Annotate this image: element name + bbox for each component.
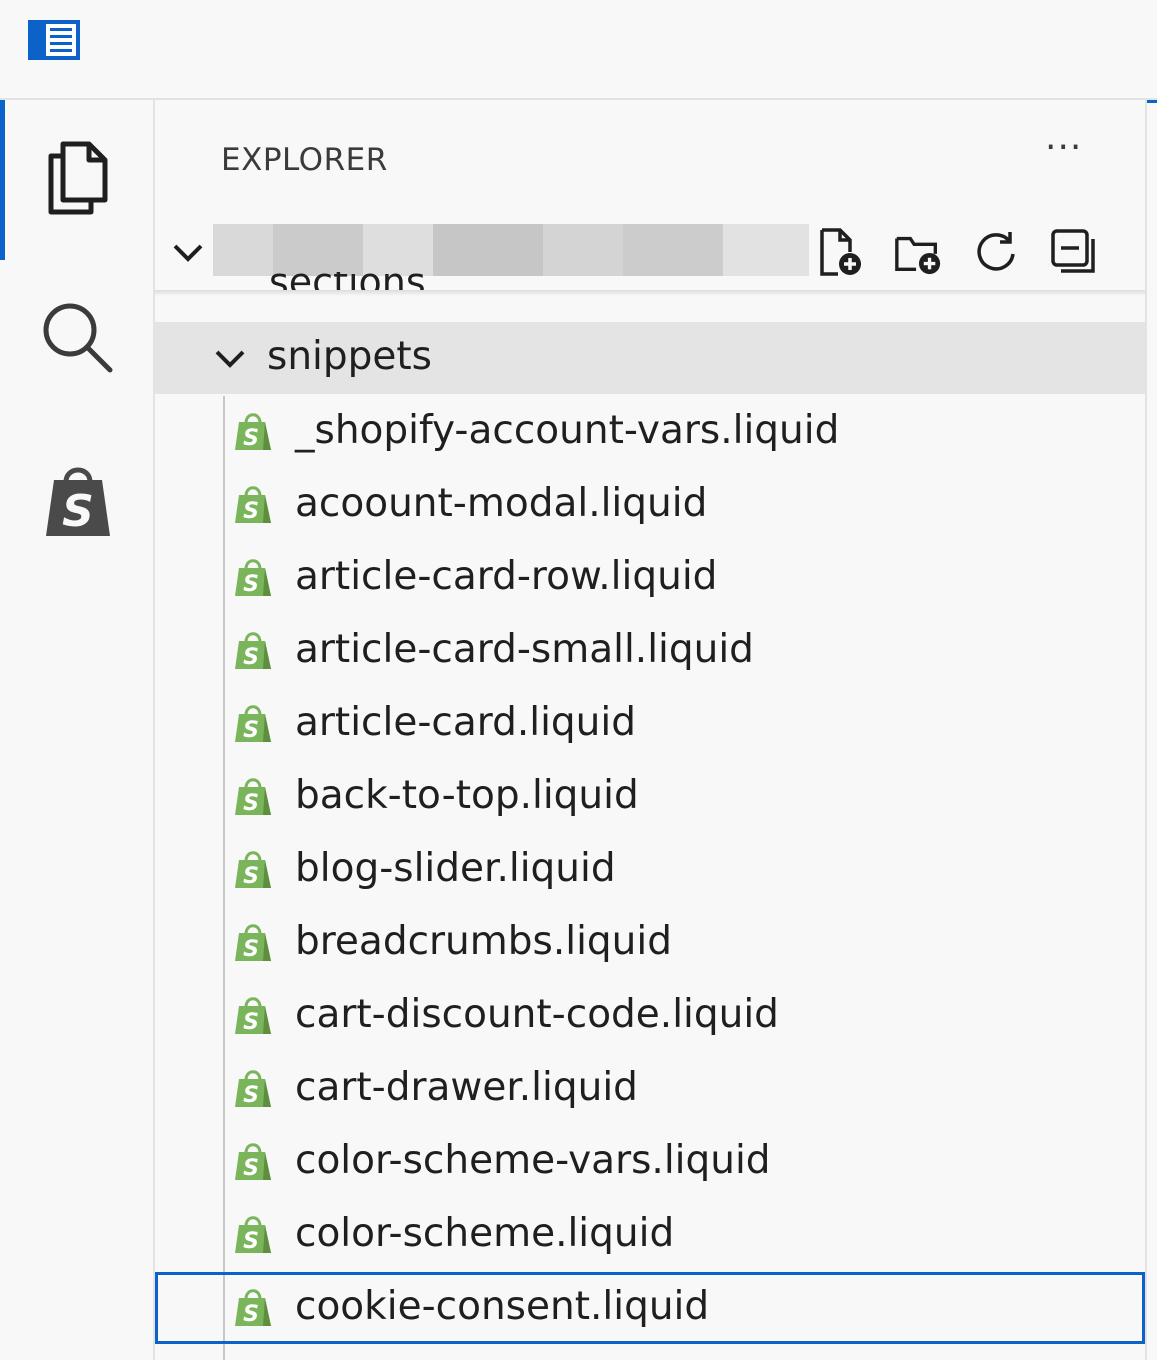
- new-file-icon[interactable]: [815, 226, 865, 278]
- tree-file-item[interactable]: S back-to-top.liquid: [155, 761, 1145, 833]
- file-name: cart-drawer.liquid: [295, 1065, 638, 1110]
- activity-bar: S: [0, 100, 155, 1360]
- tree-file-item[interactable]: S acoount-modal.liquid: [155, 469, 1145, 541]
- file-name: color-scheme.liquid: [295, 1211, 675, 1256]
- liquid-file-icon: S: [233, 848, 273, 894]
- svg-text:S: S: [243, 426, 259, 451]
- liquid-file-icon: S: [233, 483, 273, 529]
- more-actions-button[interactable]: ···: [1045, 130, 1082, 166]
- chevron-down-icon[interactable]: [171, 236, 205, 274]
- tree-file-item[interactable]: S cookie-consent.liquid: [155, 1272, 1145, 1344]
- collapse-all-icon[interactable]: [1049, 226, 1099, 278]
- redacted-folder-name: [213, 224, 809, 276]
- file-name: article-card-small.liquid: [295, 627, 754, 672]
- file-name: article-card-row.liquid: [295, 554, 718, 599]
- liquid-file-icon: S: [233, 994, 273, 1040]
- svg-text:S: S: [243, 937, 259, 962]
- explorer-sidebar: EXPLORER ··· sections snippets S _shopif…: [155, 100, 1145, 1360]
- liquid-file-icon: S: [233, 556, 273, 602]
- svg-text:S: S: [243, 1156, 259, 1181]
- file-name: article-card.liquid: [295, 700, 636, 745]
- tree-file-item[interactable]: S cart-drawer.liquid: [155, 1053, 1145, 1125]
- chevron-down-icon: [213, 342, 247, 380]
- liquid-file-icon: S: [233, 1140, 273, 1186]
- new-folder-icon[interactable]: [893, 226, 943, 278]
- file-name: acoount-modal.liquid: [295, 481, 708, 526]
- liquid-file-icon: S: [233, 921, 273, 967]
- liquid-file-icon: S: [233, 1213, 273, 1259]
- liquid-file-icon: S: [233, 1067, 273, 1113]
- tree-file-item[interactable]: S _shopify-account-vars.liquid: [155, 396, 1145, 468]
- svg-text:S: S: [243, 499, 259, 524]
- search-icon: [40, 300, 116, 380]
- svg-text:S: S: [243, 718, 259, 743]
- scroll-shadow: [155, 290, 1145, 296]
- tree-file-item[interactable]: S article-card.liquid: [155, 688, 1145, 760]
- file-name: color-scheme-vars.liquid: [295, 1138, 771, 1183]
- tree-file-item[interactable]: S article-card-row.liquid: [155, 542, 1145, 614]
- liquid-file-icon: S: [233, 775, 273, 821]
- svg-text:S: S: [243, 1302, 259, 1327]
- folder-label: snippets: [267, 334, 432, 379]
- svg-text:S: S: [243, 572, 259, 597]
- tree-file-item[interactable]: S color-scheme-vars.liquid: [155, 1126, 1145, 1198]
- editor-edge: [1145, 100, 1157, 1360]
- tree-file-item[interactable]: S cart-discount-code.liquid: [155, 980, 1145, 1052]
- activity-item-explorer[interactable]: [0, 138, 155, 222]
- file-name: breadcrumbs.liquid: [295, 919, 672, 964]
- svg-text:S: S: [243, 1229, 259, 1254]
- tree-file-item[interactable]: S blog-slider.liquid: [155, 834, 1145, 906]
- title-bar: [0, 0, 1157, 100]
- liquid-file-icon: S: [233, 1286, 273, 1332]
- svg-text:S: S: [62, 486, 94, 537]
- liquid-file-icon: S: [233, 629, 273, 675]
- file-name: _shopify-account-vars.liquid: [295, 408, 840, 453]
- shopify-icon: S: [42, 458, 114, 544]
- liquid-file-icon: S: [233, 702, 273, 748]
- explorer-title: EXPLORER: [221, 142, 388, 178]
- svg-text:S: S: [243, 864, 259, 889]
- tree-file-item[interactable]: S article-card-small.liquid: [155, 615, 1145, 687]
- svg-text:S: S: [243, 791, 259, 816]
- panel-layout-icon[interactable]: [26, 18, 82, 66]
- folder-label: sections: [269, 272, 426, 304]
- file-name: blog-slider.liquid: [295, 846, 616, 891]
- refresh-icon[interactable]: [971, 226, 1021, 278]
- svg-text:S: S: [243, 1083, 259, 1108]
- activity-item-shopify[interactable]: S: [0, 458, 155, 544]
- tree-file-item[interactable]: S breadcrumbs.liquid: [155, 907, 1145, 979]
- activity-item-search[interactable]: [0, 300, 155, 380]
- svg-text:S: S: [243, 645, 259, 670]
- svg-text:S: S: [243, 1010, 259, 1035]
- files-icon: [43, 138, 113, 222]
- liquid-file-icon: S: [233, 410, 273, 456]
- file-name: cookie-consent.liquid: [295, 1284, 710, 1329]
- file-name: back-to-top.liquid: [295, 773, 639, 818]
- tree-file-item[interactable]: S color-scheme.liquid: [155, 1199, 1145, 1271]
- tree-folder-sections[interactable]: sections: [155, 272, 1145, 306]
- file-name: cart-discount-code.liquid: [295, 992, 779, 1037]
- tree-folder-snippets[interactable]: snippets: [155, 322, 1145, 394]
